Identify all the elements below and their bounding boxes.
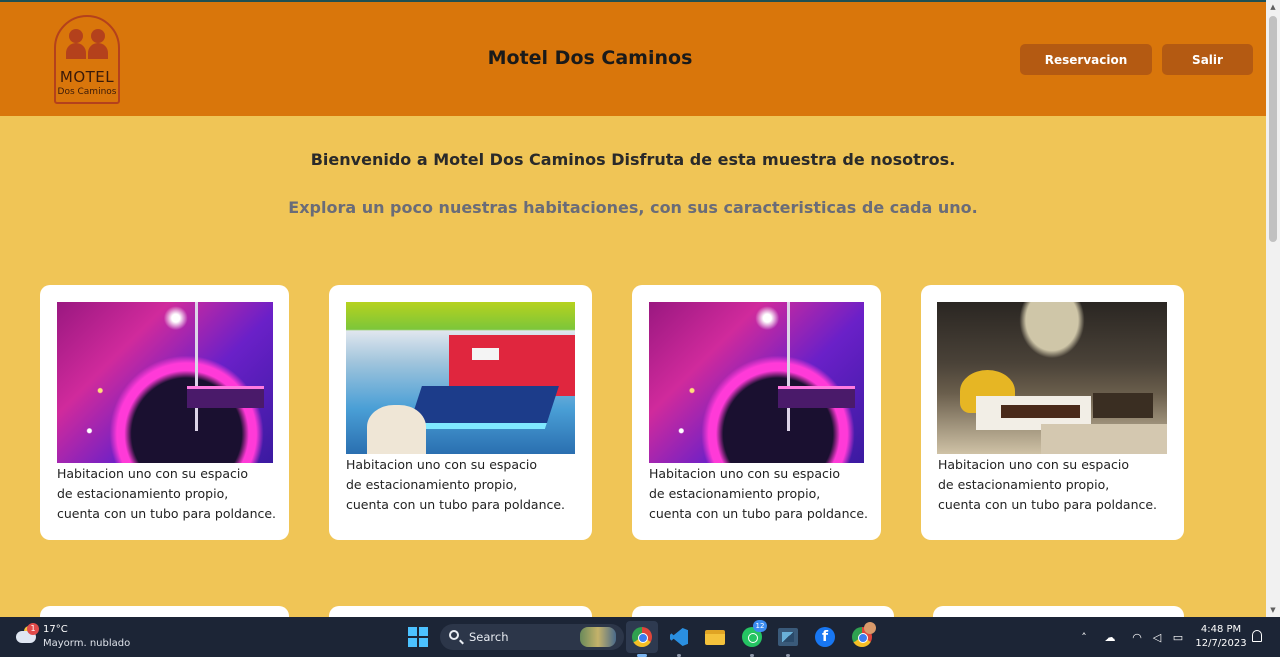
site-header: MOTEL Dos Caminos Motel Dos Caminos Rese… bbox=[0, 2, 1266, 116]
sql-server-taskbar-button[interactable] bbox=[776, 625, 800, 649]
logout-button[interactable]: Salir bbox=[1162, 44, 1253, 75]
search-highlight-image bbox=[580, 627, 616, 647]
volume-icon[interactable]: ◁ bbox=[1149, 629, 1165, 645]
profile-avatar bbox=[864, 622, 876, 634]
clock-time: 4:48 PM bbox=[1200, 624, 1242, 635]
room-photo[interactable] bbox=[57, 302, 273, 463]
windows-taskbar: 1 17°C Mayorm. nublado Search 12 f ˄ ☁ ◠… bbox=[0, 617, 1280, 657]
clock-date: 12/7/2023 bbox=[1195, 638, 1247, 649]
room-description: Habitacion uno con su espacio de estacio… bbox=[57, 466, 277, 521]
wifi-icon[interactable]: ◠ bbox=[1129, 629, 1145, 645]
logo-text: MOTEL bbox=[59, 68, 115, 86]
start-icon bbox=[408, 627, 428, 647]
room-photo[interactable] bbox=[649, 302, 864, 463]
weather-condition: Mayorm. nublado bbox=[43, 638, 131, 649]
room-card-partial[interactable] bbox=[40, 606, 289, 617]
logo-subtext: Dos Caminos bbox=[57, 87, 117, 97]
system-clock[interactable]: 4:48 PM 12/7/2023 bbox=[1190, 623, 1252, 651]
file-explorer-icon bbox=[705, 629, 725, 645]
room-card[interactable]: Habitacion uno con su espacio de estacio… bbox=[921, 285, 1184, 540]
chrome-icon bbox=[632, 627, 652, 647]
motel-logo[interactable]: MOTEL Dos Caminos bbox=[54, 15, 120, 104]
room-description: Habitacion uno con su espacio de estacio… bbox=[938, 457, 1158, 512]
file-explorer-taskbar-button[interactable] bbox=[703, 625, 727, 649]
facebook-icon: f bbox=[815, 627, 835, 647]
whatsapp-taskbar-button[interactable]: 12 bbox=[740, 620, 767, 649]
chrome-profile-taskbar-button[interactable] bbox=[850, 622, 876, 649]
room-card-partial[interactable] bbox=[632, 606, 894, 617]
chrome-taskbar-button[interactable] bbox=[630, 625, 654, 649]
start-button[interactable] bbox=[406, 625, 430, 649]
weather-temperature: 17°C bbox=[43, 624, 68, 635]
room-description: Habitacion uno con su espacio de estacio… bbox=[649, 466, 869, 521]
room-photo[interactable] bbox=[937, 302, 1167, 454]
search-icon bbox=[449, 630, 459, 640]
battery-icon[interactable]: ▭ bbox=[1170, 629, 1186, 645]
vertical-scrollbar[interactable]: ▲ ▼ bbox=[1266, 0, 1280, 617]
taskbar-search[interactable]: Search bbox=[440, 624, 624, 650]
welcome-heading: Bienvenido a Motel Dos Caminos Disfruta … bbox=[310, 150, 956, 169]
chevron-up-icon[interactable]: ˄ bbox=[1078, 629, 1090, 645]
room-card[interactable]: Habitacion uno con su espacio de estacio… bbox=[632, 285, 881, 540]
scroll-down-arrow-icon[interactable]: ▼ bbox=[1266, 603, 1280, 617]
vscode-icon bbox=[670, 628, 688, 646]
site-title: Motel Dos Caminos bbox=[487, 47, 693, 69]
weather-badge: 1 bbox=[27, 623, 39, 635]
reservation-button[interactable]: Reservacion bbox=[1020, 44, 1152, 75]
notification-bell-icon[interactable] bbox=[1252, 630, 1262, 642]
room-card[interactable]: Habitacion uno con su espacio de estacio… bbox=[329, 285, 592, 540]
room-card[interactable]: Habitacion uno con su espacio de estacio… bbox=[40, 285, 289, 540]
sql-server-icon bbox=[778, 628, 798, 646]
room-description: Habitacion uno con su espacio de estacio… bbox=[346, 457, 566, 512]
logo-figure-right bbox=[88, 29, 108, 59]
room-card-partial[interactable] bbox=[329, 606, 592, 617]
onedrive-icon[interactable]: ☁ bbox=[1102, 629, 1118, 645]
logo-figure-left bbox=[66, 29, 86, 59]
search-label: Search bbox=[469, 630, 509, 644]
scroll-up-arrow-icon[interactable]: ▲ bbox=[1266, 0, 1280, 14]
vscode-taskbar-button[interactable] bbox=[667, 625, 691, 649]
explore-subheading: Explora un poco nuestras habitaciones, c… bbox=[288, 198, 978, 217]
room-photo[interactable] bbox=[346, 302, 575, 454]
whatsapp-badge: 12 bbox=[753, 620, 767, 632]
weather-widget[interactable]: 1 17°C Mayorm. nublado bbox=[14, 623, 154, 651]
scrollbar-thumb[interactable] bbox=[1269, 16, 1277, 242]
facebook-taskbar-button[interactable]: f bbox=[813, 625, 837, 649]
room-card-partial[interactable] bbox=[933, 606, 1184, 617]
browser-viewport: MOTEL Dos Caminos Motel Dos Caminos Rese… bbox=[0, 0, 1266, 617]
